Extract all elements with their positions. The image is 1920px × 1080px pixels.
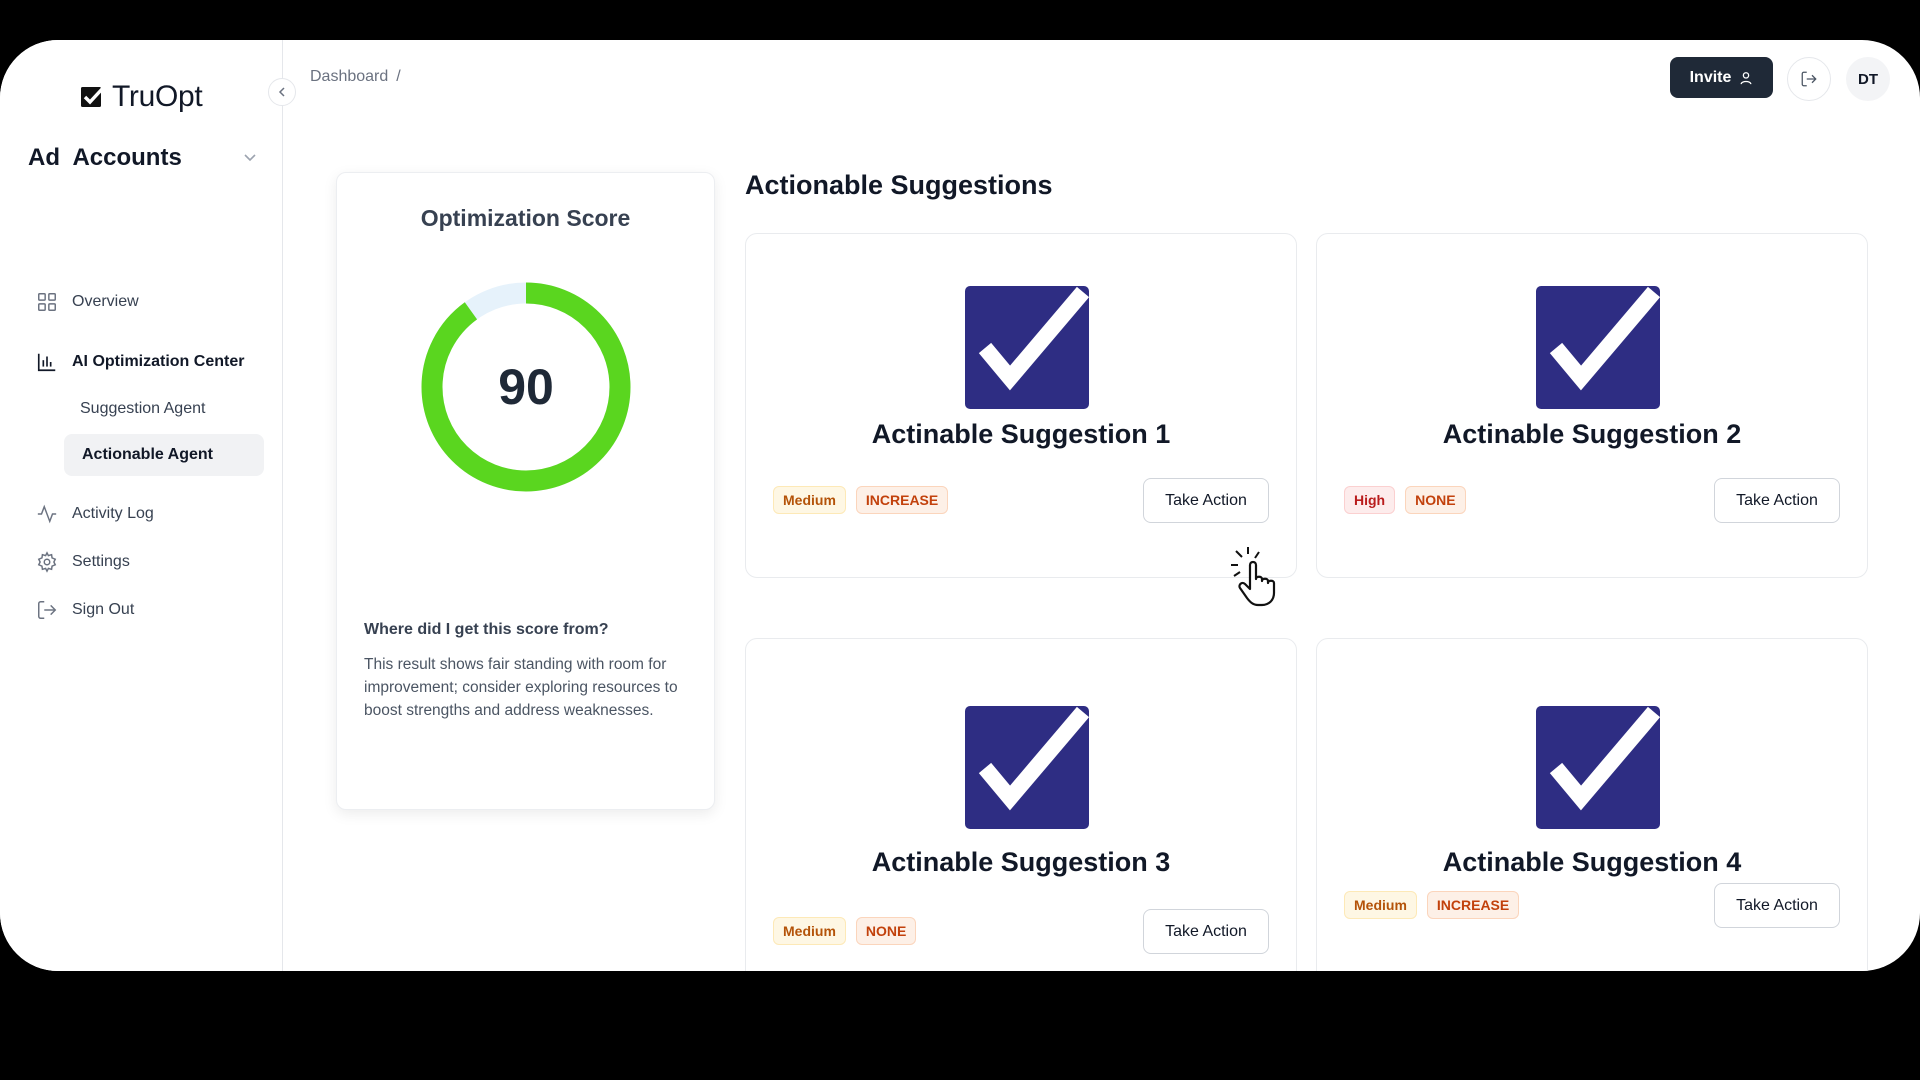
suggestion-card-3: Actinable Suggestion 3 Medium NONE Take … xyxy=(745,638,1297,971)
brand-name: TruOpt xyxy=(112,80,203,113)
activity-icon xyxy=(37,504,57,524)
suggestion-title: Actinable Suggestion 2 xyxy=(1442,419,1742,449)
sidebar-item-label: Activity Log xyxy=(72,505,154,522)
suggestion-card-4: Actinable Suggestion 4 Medium INCREASE T… xyxy=(1316,638,1868,971)
take-action-button[interactable]: Take Action xyxy=(1714,883,1840,928)
sidebar-item-overview[interactable]: Overview xyxy=(28,280,268,324)
sidebar-item-label: Settings xyxy=(72,553,130,570)
sidebar: TruOpt Ad Accounts Overview AI Optimizat… xyxy=(0,40,283,971)
suggestion-title: Actinable Suggestion 3 xyxy=(871,847,1171,877)
sidebar-item-settings[interactable]: Settings xyxy=(28,540,268,584)
chevron-down-icon xyxy=(242,144,258,172)
score-description: This result shows fair standing with roo… xyxy=(364,656,678,719)
breadcrumb-separator: / xyxy=(396,68,401,85)
hand-pointer-cursor-icon xyxy=(1231,547,1276,607)
take-action-button[interactable]: Take Action xyxy=(1143,478,1269,523)
priority-badge: Medium xyxy=(773,917,846,945)
avatar-initials: DT xyxy=(1858,70,1878,88)
sidebar-item-ai-optimization-center[interactable]: AI Optimization Center xyxy=(28,340,268,384)
suggestion-card-2: Actinable Suggestion 2 High NONE Take Ac… xyxy=(1316,233,1868,578)
suggestion-badges: Medium INCREASE xyxy=(773,486,949,514)
sidebar-item-activity-log[interactable]: Activity Log xyxy=(28,492,268,536)
sign-out-icon xyxy=(38,601,57,619)
user-icon xyxy=(1740,71,1752,84)
sidebar-nav: Overview AI Optimization Center Suggesti… xyxy=(28,280,268,632)
breadcrumb: Dashboard / xyxy=(310,68,401,86)
action-badge: NONE xyxy=(1405,486,1466,514)
logout-button[interactable] xyxy=(1787,57,1831,101)
sidebar-subitem-suggestion-agent[interactable]: Suggestion Agent xyxy=(36,388,236,430)
chevron-left-icon xyxy=(278,87,285,97)
sidebar-item-label: AI Optimization Center xyxy=(72,353,245,370)
bar-chart-icon xyxy=(37,353,56,372)
take-action-button[interactable]: Take Action xyxy=(1714,478,1840,523)
action-badge: INCREASE xyxy=(1426,891,1520,919)
suggestion-badges: Medium NONE xyxy=(773,917,917,945)
suggestion-title: Actinable Suggestion 1 xyxy=(871,419,1171,449)
sidebar-subitem-actionable-agent[interactable]: Actionable Agent xyxy=(64,434,264,476)
optimization-score-card: Optimization Score 90 Where did I get th… xyxy=(336,172,715,810)
breadcrumb-dashboard[interactable]: Dashboard xyxy=(310,68,388,86)
priority-badge: Medium xyxy=(1344,891,1417,919)
ad-accounts-select[interactable]: Ad Accounts xyxy=(28,138,258,178)
section-title: Actionable Suggestions xyxy=(745,170,1053,200)
take-action-button[interactable]: Take Action xyxy=(1143,909,1269,954)
sign-out-icon xyxy=(1801,71,1817,87)
sidebar-item-label: Sign Out xyxy=(72,601,135,618)
check-square-icon xyxy=(965,706,1090,829)
sidebar-subitem-label: Suggestion Agent xyxy=(80,400,206,417)
app-window: TruOpt Ad Accounts Overview AI Optimizat… xyxy=(0,40,1920,971)
ad-accounts-label: Ad Accounts xyxy=(28,144,182,171)
suggestion-badges: Medium INCREASE xyxy=(1344,891,1520,919)
score-title: Optimization Score xyxy=(420,205,631,231)
suggestion-badges: High NONE xyxy=(1344,486,1466,514)
action-badge: INCREASE xyxy=(855,486,949,514)
suggestion-card-1: Actinable Suggestion 1 Medium INCREASE T… xyxy=(745,233,1297,578)
grid-icon xyxy=(38,293,56,311)
score-question: Where did I get this score from? xyxy=(364,621,609,638)
action-badge: NONE xyxy=(855,917,917,945)
brand-logo[interactable]: TruOpt xyxy=(80,80,203,114)
collapse-sidebar-button[interactable] xyxy=(268,78,296,106)
score-value: 90 xyxy=(498,359,554,415)
check-square-icon xyxy=(81,86,104,107)
check-square-icon xyxy=(1536,286,1661,409)
check-square-icon xyxy=(965,286,1090,409)
sidebar-item-sign-out[interactable]: Sign Out xyxy=(28,588,268,632)
suggestion-title: Actinable Suggestion 4 xyxy=(1442,847,1742,877)
sidebar-item-label: Overview xyxy=(72,293,139,310)
invite-button[interactable]: Invite xyxy=(1670,57,1773,98)
sidebar-subitem-label: Actionable Agent xyxy=(82,446,213,463)
priority-badge: Medium xyxy=(773,486,846,514)
avatar[interactable]: DT xyxy=(1846,57,1890,101)
check-square-icon xyxy=(1536,706,1661,829)
priority-badge: High xyxy=(1344,486,1396,514)
gear-icon xyxy=(37,551,57,573)
invite-label: Invite xyxy=(1689,68,1732,86)
